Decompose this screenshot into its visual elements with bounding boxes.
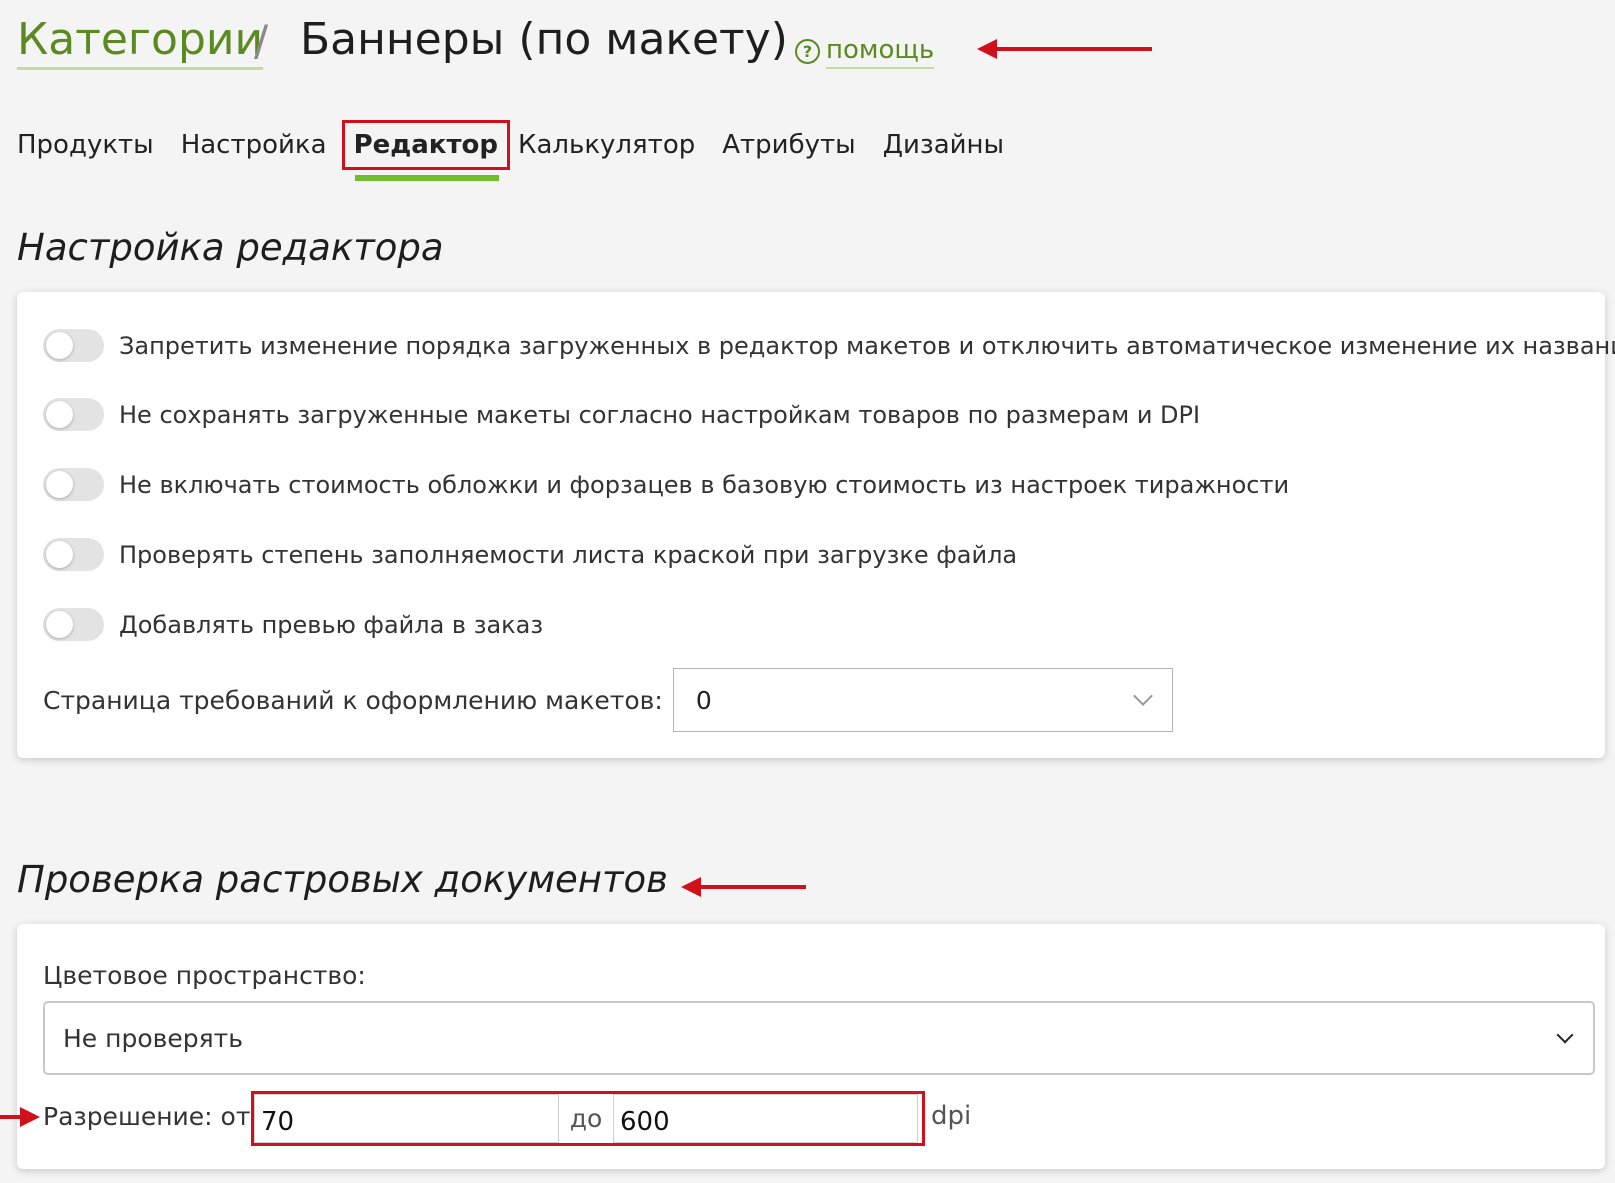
toggle-switch[interactable]	[43, 468, 104, 501]
requirements-page-value: 0	[695, 685, 712, 715]
editor-settings-heading: Настройка редактора	[17, 226, 444, 269]
page-title: Баннеры (по макету)	[300, 14, 788, 65]
color-space-label: Цветовое пространство:	[43, 961, 366, 990]
editor-settings-card: Запретить изменение порядка загруженных …	[17, 292, 1615, 758]
toggle-label: Запретить изменение порядка загруженных …	[119, 331, 1615, 360]
toggle-label: Не включать стоимость обложки и форзацев…	[119, 470, 1290, 499]
tab-editor-label: Редактор	[353, 130, 498, 160]
tab-products[interactable]: Продукты	[17, 130, 154, 160]
tab-editor[interactable]: Редактор	[341, 120, 510, 181]
breadcrumb-categories-link[interactable]: Категории	[17, 14, 264, 70]
toggle-label: Проверять степень заполняемости листа кр…	[119, 540, 1018, 569]
toggle-label: Добавлять превью файла в заказ	[119, 610, 544, 639]
red-arrow-icon	[0, 1107, 40, 1127]
requirements-page-select[interactable]: 0	[672, 668, 1173, 732]
raster-check-card: Цветовое пространство: Не проверять Разр…	[17, 924, 1605, 1169]
resolution-unit: dpi	[931, 1101, 972, 1131]
resolution-label: Разрешение: от	[43, 1102, 251, 1131]
tab-designs[interactable]: Дизайны	[883, 130, 1004, 160]
toggle-switch[interactable]	[43, 538, 104, 571]
toggle-row-lock-order: Запретить изменение порядка загруженных …	[43, 329, 1615, 362]
toggle-switch[interactable]	[43, 398, 104, 431]
red-arrow-icon	[681, 877, 806, 897]
tab-bar: Продукты Настройка Редактор Калькулятор …	[17, 120, 1031, 181]
resolution-from-input[interactable]	[254, 1094, 559, 1143]
toggle-row-no-save-dpi: Не сохранять загруженные макеты согласно…	[43, 398, 1200, 431]
chevron-down-icon	[1132, 686, 1153, 706]
tab-attributes[interactable]: Атрибуты	[722, 130, 855, 160]
toggle-knob	[46, 401, 73, 428]
color-space-value: Не проверять	[63, 1023, 243, 1053]
tab-settings[interactable]: Настройка	[181, 130, 327, 160]
help-link[interactable]: ? помощь	[795, 34, 935, 69]
breadcrumb-separator: /	[254, 16, 269, 65]
resolution-to-separator: до	[559, 1094, 613, 1143]
chevron-down-icon	[1556, 1026, 1574, 1044]
toggle-row-exclude-cover: Не включать стоимость обложки и форзацев…	[43, 468, 1289, 501]
toggle-label: Не сохранять загруженные макеты согласно…	[119, 400, 1201, 429]
red-arrow-icon	[977, 39, 1152, 59]
help-label: помощь	[826, 34, 935, 69]
active-tab-indicator	[354, 175, 499, 181]
toggle-knob	[46, 332, 73, 359]
color-space-select[interactable]: Не проверять	[43, 1001, 1595, 1075]
toggle-knob	[46, 611, 73, 638]
toggle-switch[interactable]	[43, 608, 104, 641]
toggle-knob	[46, 471, 73, 498]
question-circle-icon: ?	[795, 38, 820, 64]
requirements-page-row: Страница требований к оформлению макетов…	[43, 668, 1173, 732]
tab-calculator[interactable]: Калькулятор	[518, 130, 695, 160]
resolution-range-group: до	[251, 1091, 925, 1146]
toggle-row-add-preview: Добавлять превью файла в заказ	[43, 608, 543, 641]
toggle-knob	[46, 541, 73, 568]
toggle-row-ink-coverage: Проверять степень заполняемости листа кр…	[43, 538, 1017, 571]
page: Категории / Баннеры (по макету) ? помощь…	[0, 0, 1615, 1183]
toggle-switch[interactable]	[43, 329, 104, 362]
raster-check-heading: Проверка растровых документов	[17, 858, 668, 901]
resolution-to-input[interactable]	[613, 1094, 918, 1143]
requirements-page-label: Страница требований к оформлению макетов…	[43, 685, 663, 715]
